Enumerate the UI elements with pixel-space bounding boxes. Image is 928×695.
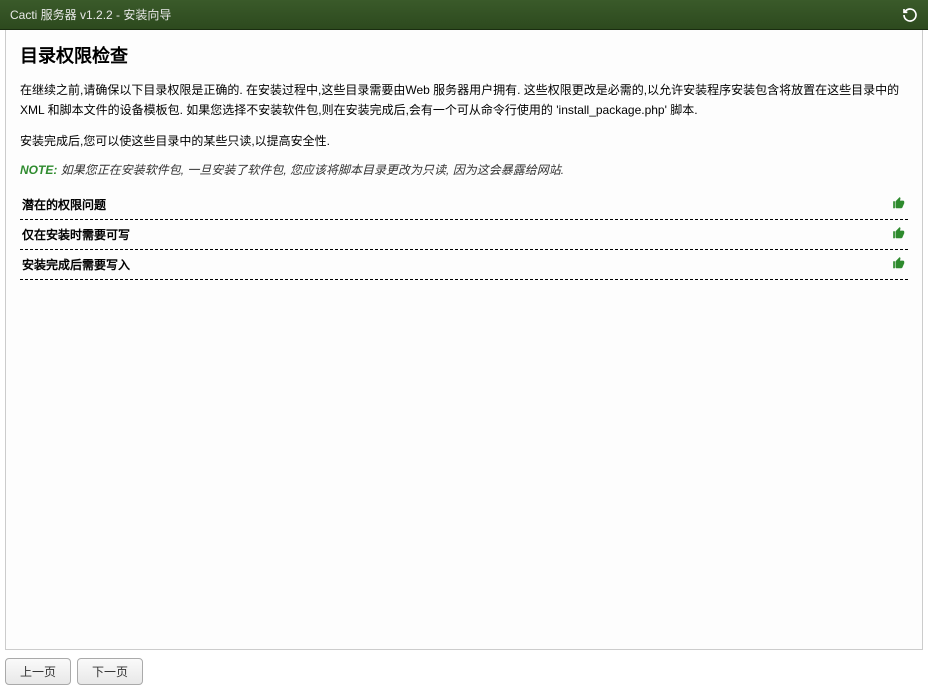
thumbs-up-icon (892, 226, 906, 243)
next-button[interactable]: 下一页 (77, 658, 143, 685)
section-row[interactable]: 仅在安装时需要可写 (20, 220, 908, 250)
prev-button[interactable]: 上一页 (5, 658, 71, 685)
note-label: NOTE: (20, 163, 57, 177)
description-paragraph-1: 在继续之前,请确保以下目录权限是正确的. 在安装过程中,这些目录需要由Web 服… (20, 80, 908, 121)
section-label: 仅在安装时需要可写 (22, 226, 130, 243)
thumbs-up-icon (892, 196, 906, 213)
window-header: Cacti 服务器 v1.2.2 - 安装向导 (0, 0, 928, 30)
content-area: 目录权限检查 在继续之前,请确保以下目录权限是正确的. 在安装过程中,这些目录需… (5, 30, 923, 650)
footer-nav: 上一页 下一页 (5, 658, 923, 685)
note-text: 如果您正在安装软件包, 一旦安装了软件包, 您应该将脚本目录更改为只读, 因为这… (61, 163, 564, 177)
thumbs-up-icon (892, 256, 906, 273)
install-wizard-window: Cacti 服务器 v1.2.2 - 安装向导 目录权限检查 在继续之前,请确保… (0, 0, 928, 695)
refresh-icon[interactable] (902, 7, 918, 23)
description-paragraph-2: 安装完成后,您可以使这些目录中的某些只读,以提高安全性. (20, 131, 908, 151)
note-line: NOTE: 如果您正在安装软件包, 一旦安装了软件包, 您应该将脚本目录更改为只… (20, 161, 908, 178)
page-title: 目录权限检查 (20, 42, 908, 68)
section-row[interactable]: 安装完成后需要写入 (20, 250, 908, 280)
section-label: 安装完成后需要写入 (22, 256, 130, 273)
section-label: 潜在的权限问题 (22, 196, 106, 213)
section-row[interactable]: 潜在的权限问题 (20, 190, 908, 220)
window-title: Cacti 服务器 v1.2.2 - 安装向导 (10, 6, 171, 23)
